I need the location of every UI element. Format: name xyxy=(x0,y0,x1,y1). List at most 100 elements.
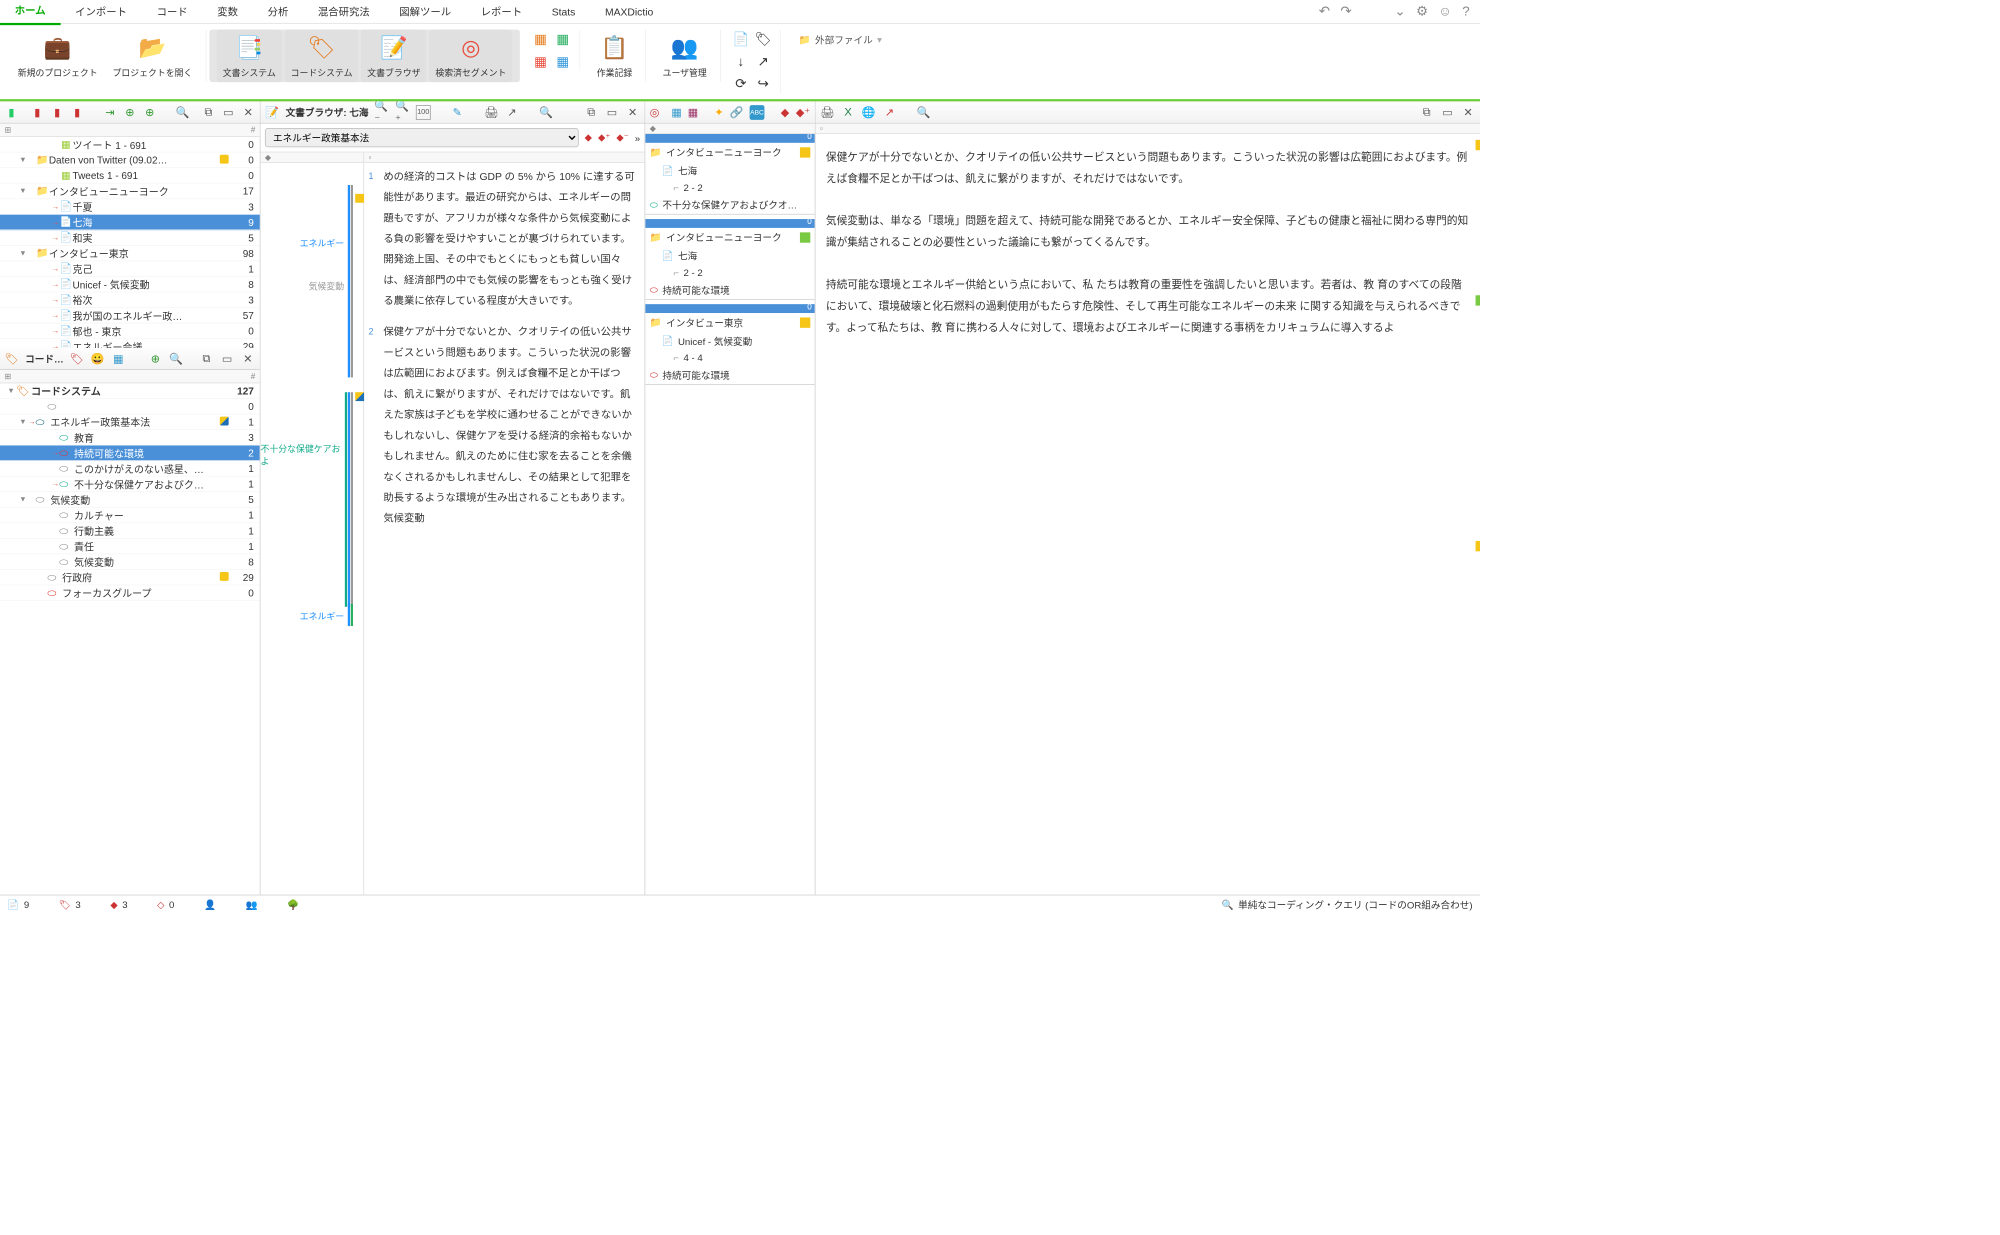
zoom-100-icon[interactable]: 100 xyxy=(416,105,431,120)
doc-icon[interactable]: ▮ xyxy=(4,105,18,120)
export-icon[interactable]: ↗ xyxy=(882,105,897,120)
maximize-icon[interactable]: ▭ xyxy=(221,105,235,120)
code-tree-row[interactable]: ⬭行政府29 xyxy=(0,570,260,586)
activate-docs-icon[interactable]: ▮ xyxy=(30,105,44,120)
doc-tree-row[interactable]: →📄和実5 xyxy=(0,230,260,246)
code-tree-row[interactable]: →⬭持続可能な環境2 xyxy=(0,445,260,461)
abc-icon[interactable]: ABC xyxy=(750,105,765,120)
layout-3-icon[interactable]: ▦ xyxy=(531,52,550,71)
undo-icon[interactable]: ↶ xyxy=(1319,4,1330,20)
mini-1-icon[interactable]: 📄 xyxy=(731,30,750,49)
matrix-icon[interactable]: ▦ xyxy=(688,105,698,120)
code-tree-row[interactable]: ⬭0 xyxy=(0,399,260,415)
doc-tree-row[interactable]: →📄郁也 - 東京0 xyxy=(0,323,260,339)
grid-icon[interactable]: ▦ xyxy=(111,351,126,366)
undock-icon[interactable]: ⧉ xyxy=(584,105,599,120)
new-doc-icon[interactable]: ⊕ xyxy=(123,105,137,120)
print-icon[interactable]: 🖨 xyxy=(820,105,835,120)
code-tree-row[interactable]: →⬭不十分な保健ケアおよびク…1 xyxy=(0,477,260,493)
maximize-icon[interactable]: ▭ xyxy=(1440,105,1455,120)
new-code-icon[interactable]: ⊕ xyxy=(148,351,163,366)
layout-2-icon[interactable]: ▦ xyxy=(553,30,572,49)
emoji-icon[interactable]: 😀 xyxy=(90,351,105,366)
doc-tree-row[interactable]: →📄七海9 xyxy=(0,215,260,231)
doc-tree-row[interactable]: ▦ツイート 1 - 6910 xyxy=(0,137,260,153)
reset-icon[interactable]: ▮ xyxy=(50,105,64,120)
doc-tree-row[interactable]: →📄克己1 xyxy=(0,261,260,277)
import-icon[interactable]: ⇥ xyxy=(103,105,117,120)
undock-icon[interactable]: ⧉ xyxy=(201,105,215,120)
new-project-button[interactable]: 💼 新規のプロジェクト xyxy=(12,30,104,83)
smile-icon[interactable]: ☺ xyxy=(1438,4,1452,20)
code-selector[interactable]: エネルギー政策基本法 xyxy=(265,128,579,147)
tab-mixed[interactable]: 混合研究法 xyxy=(303,0,384,24)
link-icon[interactable]: 🔗 xyxy=(730,105,744,120)
code-system-button[interactable]: 🏷 コードシステム xyxy=(285,30,359,83)
doc-tree-row[interactable]: ▦Tweets 1 - 6910 xyxy=(0,168,260,184)
layout-4-icon[interactable]: ▦ xyxy=(553,52,572,71)
retrieved-segments-button[interactable]: ◎ 検索済セグメント xyxy=(429,30,512,83)
code-tree-row[interactable]: ⬭カルチャー1 xyxy=(0,508,260,524)
tab-maxdictio[interactable]: MAXDictio xyxy=(590,0,668,22)
excel-icon[interactable]: X xyxy=(841,105,856,120)
doc-tree-row[interactable]: →📄我が国のエネルギー政…57 xyxy=(0,308,260,324)
mini-2-icon[interactable]: 🏷 xyxy=(753,30,772,49)
segment-block[interactable]: 0📁インタビュー東京📄Unicef - 気候変動⌐4 - 4⬭持続可能な環境 xyxy=(645,304,814,385)
doc-tree-row[interactable]: →📄Unicef - 気候変動8 xyxy=(0,277,260,293)
code-2-icon[interactable]: ◆⁺ xyxy=(796,105,810,120)
copy-icon[interactable]: ▮ xyxy=(70,105,84,120)
search-icon[interactable]: 🔍 xyxy=(539,105,554,120)
close-icon[interactable]: ✕ xyxy=(1461,105,1476,120)
tab-variables[interactable]: 変数 xyxy=(202,0,252,24)
segment-block[interactable]: 0📁インタビューニューヨーク📄七海⌐2 - 2⬭不十分な保健ケアおよびクオ… xyxy=(645,134,814,215)
tab-stats[interactable]: Stats xyxy=(537,0,590,22)
web-icon[interactable]: 🌐 xyxy=(861,105,876,120)
code-mark-icon[interactable]: ◆ xyxy=(585,132,592,144)
sparkle-icon[interactable]: ✦ xyxy=(714,105,724,120)
print-icon[interactable]: 🖨 xyxy=(484,105,499,120)
code-tree-row[interactable]: ⬭行動主義1 xyxy=(0,523,260,539)
doc-tree-row[interactable]: ▼📁Daten von Twitter (09.02…0 xyxy=(0,152,260,168)
code-1-icon[interactable]: ◆ xyxy=(780,105,790,120)
layout-1-icon[interactable]: ▦ xyxy=(531,30,550,49)
document-paragraph[interactable]: 2保健ケアが十分でないとか、クオリテイの低い公共サービスという問題もあります。こ… xyxy=(371,321,637,528)
user-mgmt-button[interactable]: 👥 ユーザ管理 xyxy=(657,30,713,83)
tab-reports[interactable]: レポート xyxy=(466,0,537,24)
code-tree-row[interactable]: ⬭気候変動8 xyxy=(0,554,260,570)
segment-list[interactable]: 0📁インタビューニューヨーク📄七海⌐2 - 2⬭不十分な保健ケアおよびクオ… 0📁… xyxy=(645,134,814,895)
segment-icon[interactable]: ◎ xyxy=(650,105,660,120)
document-content[interactable]: 1めの経済的コストは GDP の 5% から 10% に達する可能性があります。… xyxy=(364,163,644,895)
doc-system-button[interactable]: 📑 文書システム xyxy=(217,30,282,83)
document-tree[interactable]: ▦ツイート 1 - 6910▼📁Daten von Twitter (09.02… xyxy=(0,137,260,348)
code-tree-row[interactable]: ▼⬭気候変動5 xyxy=(0,492,260,508)
redo-icon[interactable]: ↷ xyxy=(1340,4,1351,20)
code-tree-row[interactable]: ⬭教育3 xyxy=(0,430,260,446)
close-icon[interactable]: ✕ xyxy=(625,105,640,120)
close-icon[interactable]: ✕ xyxy=(241,351,256,366)
work-log-button[interactable]: 📋 作業記録 xyxy=(591,30,638,83)
maximize-icon[interactable]: ▭ xyxy=(220,351,235,366)
mini-3-icon[interactable]: ↓ xyxy=(731,52,750,71)
search-icon[interactable]: 🔍 xyxy=(916,105,931,120)
zoom-in-icon[interactable]: 🔍⁺ xyxy=(395,105,410,120)
code-tree-row[interactable]: ⬭責任1 xyxy=(0,539,260,555)
export-icon[interactable]: ↗ xyxy=(505,105,520,120)
tag-red-icon[interactable]: 🏷 xyxy=(70,351,85,366)
code-tree-root[interactable]: ▼🏷コードシステム127 xyxy=(0,383,260,399)
expand-icon[interactable]: » xyxy=(635,132,640,143)
tab-analysis[interactable]: 分析 xyxy=(253,0,303,24)
doc-tree-row[interactable]: →📄裕次3 xyxy=(0,292,260,308)
doc-tree-row[interactable]: →📄千夏3 xyxy=(0,199,260,215)
new-folder-icon[interactable]: ⊕ xyxy=(143,105,157,120)
doc-tree-row[interactable]: ▼📁インタビューニューヨーク17 xyxy=(0,184,260,200)
tab-codes[interactable]: コード xyxy=(142,0,203,24)
doc-tree-row[interactable]: →📄エネルギー会議29 xyxy=(0,339,260,348)
gear-icon[interactable]: ⚙ xyxy=(1416,4,1428,20)
document-paragraph[interactable]: 1めの経済的コストは GDP の 5% から 10% に達する可能性があります。… xyxy=(371,166,637,311)
mini-6-icon[interactable]: ↪ xyxy=(753,74,772,93)
table-icon[interactable]: ▦ xyxy=(671,105,681,120)
code-remove-icon[interactable]: ◆⁻ xyxy=(616,132,628,144)
tab-visual[interactable]: 図解ツール xyxy=(384,0,465,24)
search-icon[interactable]: 🔍 xyxy=(176,105,190,120)
code-tree-row[interactable]: ⬭このかけがえのない惑星、…1 xyxy=(0,461,260,477)
